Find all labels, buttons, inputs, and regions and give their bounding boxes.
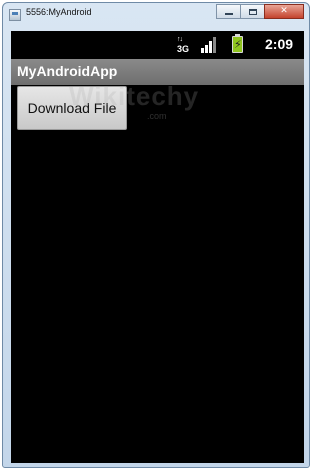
- app-title: MyAndroidApp: [17, 63, 118, 79]
- watermark-subtext: .com: [147, 111, 167, 121]
- maximize-button[interactable]: [240, 4, 265, 19]
- battery-charging-icon: ⚡: [232, 34, 243, 53]
- download-file-button[interactable]: Download File: [17, 86, 127, 130]
- data-arrows: ↑↓: [177, 36, 183, 43]
- app-window-icon: [9, 9, 21, 21]
- minimize-button[interactable]: [216, 4, 241, 19]
- network-3g-icon: ↑↓ 3G: [177, 36, 189, 54]
- charging-bolt-icon: ⚡: [234, 38, 242, 51]
- status-clock: 2:09: [265, 36, 294, 52]
- signal-bars-icon: [201, 37, 216, 53]
- window-title: 5556:MyAndroid: [26, 7, 92, 17]
- android-screen: ↑↓ 3G ⚡ 2:09 MyAndroidApp Download File …: [11, 31, 304, 463]
- emulator-window: 5556:MyAndroid ✕ ↑↓ 3G ⚡ 2:09 MyAndroidA…: [2, 2, 310, 468]
- network-type-label: 3G: [177, 44, 190, 54]
- close-icon: ✕: [280, 6, 288, 16]
- window-controls: ✕: [216, 4, 304, 19]
- app-title-bar: MyAndroidApp: [11, 59, 304, 85]
- window-titlebar[interactable]: 5556:MyAndroid ✕: [3, 3, 309, 27]
- minimize-icon: [224, 13, 233, 15]
- status-bar: ↑↓ 3G ⚡ 2:09: [11, 31, 304, 59]
- maximize-icon: [248, 8, 257, 15]
- close-button[interactable]: ✕: [264, 4, 304, 19]
